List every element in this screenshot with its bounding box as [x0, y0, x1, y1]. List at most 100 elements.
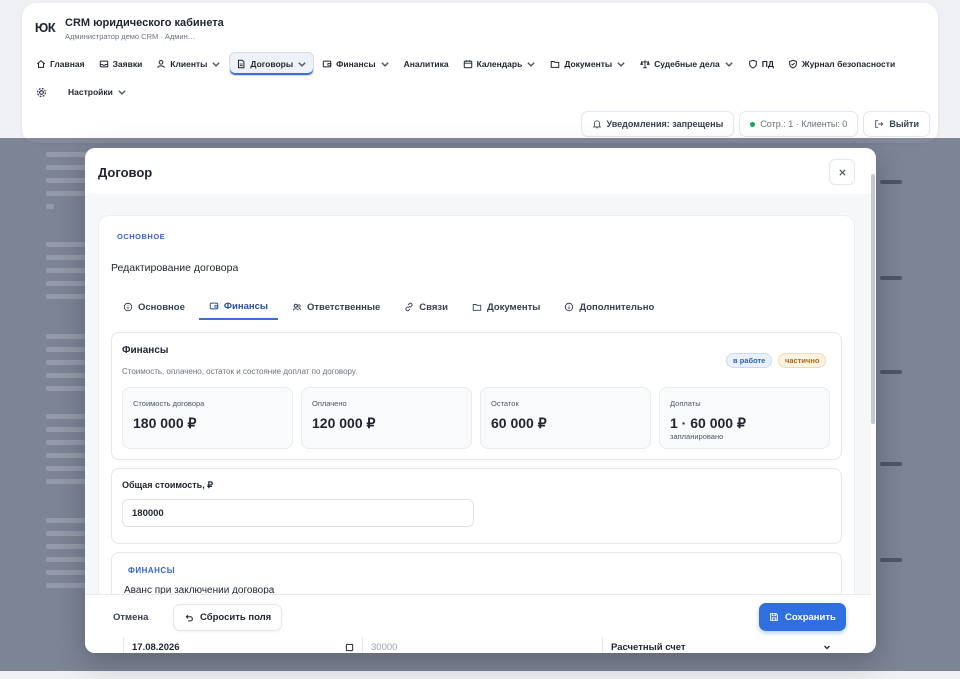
secondary-nav: Настройки [30, 80, 133, 104]
online-dot-icon [750, 121, 756, 127]
nav-item-requests[interactable]: Заявки [93, 52, 149, 76]
modal-scrollbar[interactable] [871, 154, 875, 649]
nav-label: ПД [761, 59, 774, 69]
tab-responsible[interactable]: Ответственные [282, 294, 390, 320]
nav-item-court-cases[interactable]: Судебные дела [634, 52, 740, 76]
tab-label: Основное [138, 301, 185, 313]
tab-links[interactable]: Связи [394, 294, 458, 320]
contract-card: ОСНОВНОЕ Редактирование договора Основно… [99, 216, 854, 594]
notifications-button[interactable]: Уведомления: запрещены [580, 111, 735, 137]
total-cost-panel: Общая стоимость, ₽ 180000 [111, 468, 842, 544]
finance-description: Стоимость, оплачено, остаток и состояние… [122, 367, 358, 376]
finance-summary-panel: Финансы Стоимость, оплачено, остаток и с… [111, 332, 842, 460]
finance-section-tag: ФИНАНСЫ [128, 566, 176, 575]
scroll-thumb[interactable] [871, 174, 875, 424]
gavel-icon [640, 60, 650, 69]
finance-details-panel: ФИНАНСЫ Аванс при заключении договора [111, 552, 842, 594]
reset-fields-button[interactable]: Сбросить поля [173, 604, 283, 631]
nav-label: Клиенты [170, 59, 208, 69]
stat-note: запланировано [670, 432, 724, 441]
shield-icon [748, 59, 757, 69]
tab-main[interactable]: Основное [113, 294, 195, 320]
save-button[interactable]: Сохранить [759, 603, 846, 631]
payment-account-select[interactable]: Расчетный счет [603, 637, 839, 653]
modal-body[interactable]: ОСНОВНОЕ Редактирование договора Основно… [85, 194, 871, 594]
logout-button[interactable]: Выйти [863, 111, 930, 137]
nav-item-settings[interactable]: Настройки [62, 80, 133, 104]
nav-item-security-log[interactable]: Журнал безопасности [782, 52, 901, 76]
folder-icon [551, 61, 560, 68]
chevron-down-icon [298, 62, 306, 67]
modal-title: Договор [98, 165, 153, 180]
row-marker [880, 558, 902, 562]
tab-label: Связи [419, 301, 448, 313]
payment-amount-field[interactable]: 30000 [363, 637, 603, 653]
folder-icon [472, 304, 482, 311]
save-icon [770, 613, 778, 621]
nav-item-documents[interactable]: Документы [544, 52, 632, 76]
contract-modal: Договор ОСНОВНОЕ Редактирование договора… [85, 148, 876, 653]
tab-label: Ответственные [307, 301, 381, 313]
shield-check-icon [789, 59, 797, 69]
nav-label: Главная [50, 59, 85, 69]
wallet-icon [209, 302, 219, 310]
nav-label: Заявки [112, 59, 143, 69]
stat-paid: Оплачено 120 000 ₽ [301, 387, 472, 449]
finance-title: Финансы [122, 345, 169, 356]
row-marker [880, 180, 902, 184]
settings-gear-button[interactable] [30, 81, 52, 103]
nav-label: Настройки [68, 87, 113, 97]
nav-item-calendar[interactable]: Календарь [457, 52, 543, 76]
cancel-button[interactable]: Отмена [113, 612, 148, 623]
nav-item-home[interactable]: Главная [30, 52, 91, 76]
nav-label: Документы [564, 59, 613, 69]
stat-label: Оплачено [312, 399, 347, 408]
total-cost-input[interactable]: 180000 [122, 499, 474, 527]
nav-label: Журнал безопасности [801, 59, 896, 69]
advance-payment-title: Аванс при заключении договора [124, 585, 275, 594]
payment-date-field[interactable]: 17.08.2026 [123, 637, 363, 653]
tab-label: Дополнительно [579, 301, 655, 313]
document-icon [238, 59, 245, 69]
info-icon [123, 302, 133, 312]
notifications-label: Уведомления: запрещены [606, 119, 724, 129]
table-row [46, 152, 86, 217]
chevron-down-icon [725, 62, 733, 67]
logout-label: Выйти [889, 119, 919, 129]
total-cost-label: Общая стоимость, ₽ [122, 480, 213, 490]
nav-item-analytics[interactable]: Аналитика [398, 52, 455, 76]
tab-finance[interactable]: Финансы [198, 294, 278, 320]
calendar-icon [345, 643, 354, 651]
status-badge: в работе [726, 353, 773, 368]
nav-item-contracts[interactable]: Договоры [229, 52, 315, 76]
nav-label: Судебные дела [654, 59, 720, 69]
nav-item-clients[interactable]: Клиенты [150, 52, 227, 76]
section-tag: ОСНОВНОЕ [117, 232, 166, 241]
stat-label: Остаток [491, 399, 519, 408]
stat-value: 180 000 ₽ [133, 415, 197, 431]
tab-documents[interactable]: Документы [462, 294, 550, 320]
chevron-down-icon [212, 62, 221, 67]
stat-value: 1 · 60 000 ₽ [670, 415, 746, 431]
chevron-down-icon [118, 90, 126, 95]
nav-label: Финансы [336, 59, 376, 69]
chevron-down-icon [380, 62, 389, 67]
tab-label: Финансы [223, 300, 268, 312]
nav-item-personal-data[interactable]: ПД [742, 52, 780, 76]
link-icon [405, 302, 413, 312]
chevron-down-icon [527, 62, 535, 67]
app-logo[interactable]: ЮК [32, 14, 58, 40]
stat-remaining: Остаток 60 000 ₽ [480, 387, 651, 449]
tab-additional[interactable]: Дополнительно [554, 294, 664, 320]
payment-date-value: 17.08.2026 [132, 641, 180, 653]
stat-label: Доплаты [670, 399, 701, 408]
table-row [46, 518, 86, 596]
stat-contract-cost: Стоимость договора 180 000 ₽ [122, 387, 293, 449]
stat-value: 120 000 ₽ [312, 415, 376, 431]
close-button[interactable] [829, 159, 855, 185]
users-icon [292, 303, 302, 311]
inbox-icon [99, 60, 108, 68]
modal-footer: Отмена Сбросить поля Сохранить 17.08.202… [85, 594, 871, 653]
nav-item-finance[interactable]: Финансы [316, 52, 395, 76]
undo-icon [185, 614, 193, 621]
